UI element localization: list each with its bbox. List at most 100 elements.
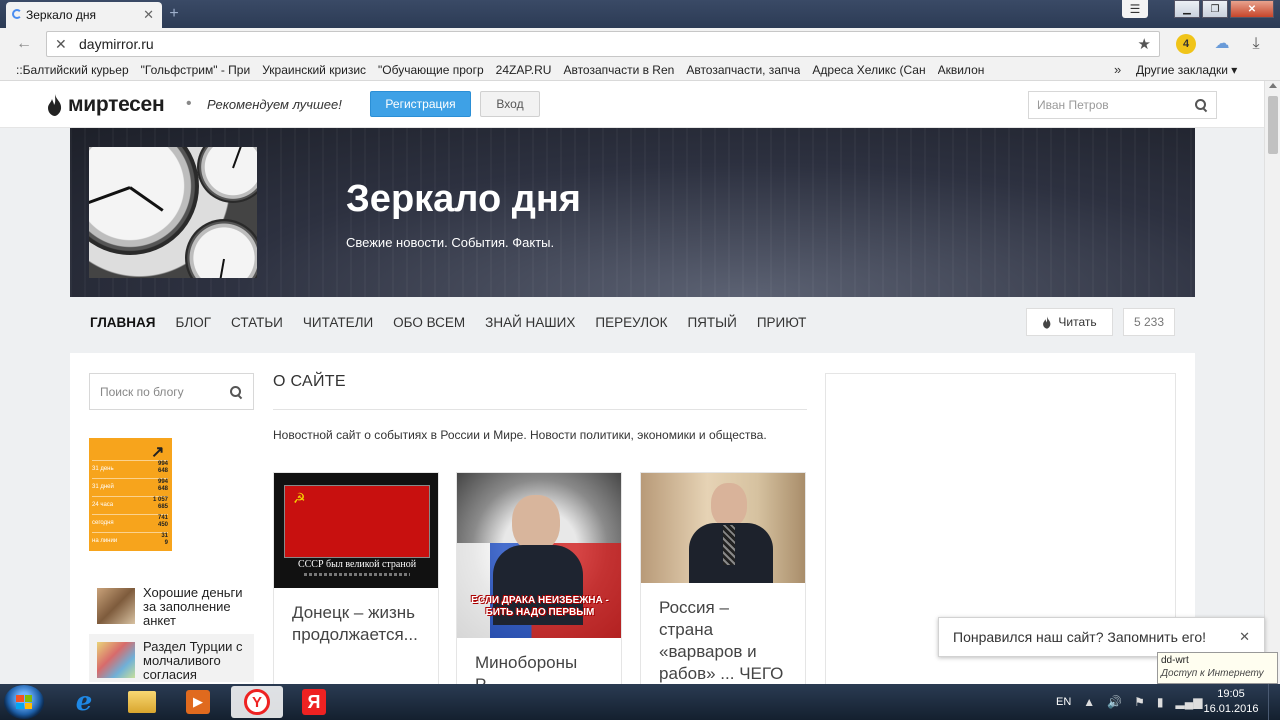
taskbar-explorer[interactable] [116,686,168,718]
cloud-extension-icon[interactable]: ☁ [1212,34,1232,54]
bookmark-item[interactable]: "Обучающие прогр [378,63,484,77]
bookmark-item[interactable]: "Гольфстрим" - При [141,63,251,77]
nav-item-blog[interactable]: БЛОГ [176,315,212,330]
other-bookmarks-button[interactable]: Другие закладки ▾ [1136,63,1237,77]
stats-values: 31 9 [161,533,168,546]
nav-item-fifth[interactable]: ПЯТЫЙ [687,315,736,330]
nav-item-about-all[interactable]: ОБО ВСЕМ [393,315,465,330]
section-divider [273,409,807,410]
stats-label: 31 день [92,465,114,472]
bookmark-item[interactable]: Автозапчасти в Ren [563,63,674,77]
person-tie [723,525,735,565]
clock-hand [129,186,164,212]
nav-item-shelter[interactable]: ПРИЮТ [757,315,807,330]
promo-item[interactable]: Хорошие деньги за заполнение анкет [89,580,254,628]
bookmark-item[interactable]: Аквилон [938,63,985,77]
download-icon[interactable]: ⤓ [1246,34,1266,54]
extension-badge-icon[interactable]: 4 [1176,34,1196,54]
bookmark-item[interactable]: 24ZAP.RU [496,63,552,77]
new-tab-button[interactable]: + [166,6,182,22]
nav-item-readers[interactable]: ЧИТАТЕЛИ [303,315,373,330]
site-search-input[interactable] [1037,98,1177,112]
bookmark-item[interactable]: Автозапчасти, запча [686,63,800,77]
article-title[interactable]: Минобороны Р... [457,638,621,684]
bookmark-item[interactable]: ::Балтийский курьер [16,63,129,77]
article-card[interactable]: ЕСЛИ ДРАКА НЕИЗБЕЖНА - БИТЬ НАДО ПЕРВЫМ … [456,472,622,684]
language-indicator[interactable]: EN [1056,696,1071,708]
blog-title[interactable]: Зеркало дня [346,178,581,221]
login-button[interactable]: Вход [480,91,540,117]
article-title[interactable]: Россия – страна «варваров и рабов» ... Ч… [641,583,805,684]
bookmark-item[interactable]: Адреса Хеликс (Сан [812,63,925,77]
address-bar[interactable]: ✕ daymirror.ru ★ [46,31,1160,57]
article-image[interactable] [641,473,805,583]
internet-explorer-icon: e [75,687,93,717]
stats-values: 994 648 [157,479,168,492]
battery-icon[interactable]: ▮ [1157,695,1164,709]
stats-label: на линии [92,537,118,544]
promo-title[interactable]: Раздел Турции с молчаливого согласия [143,640,246,682]
register-button[interactable]: Регистрация [370,91,471,117]
network-signal-icon[interactable]: ▂▄▆ [1176,695,1203,709]
nav-item-main[interactable]: ГЛАВНАЯ [90,315,156,330]
stats-label: 24 часа [92,501,114,508]
stop-loading-icon[interactable]: ✕ [55,36,73,53]
hammer-sickle-icon: ☭ [293,490,306,506]
minimize-button[interactable]: ▁ [1174,0,1200,18]
bookmark-reminder-popup: Понравился наш сайт? Запомнить его! ✕ [938,617,1265,657]
volume-icon[interactable]: 🔊 [1107,695,1122,709]
article-title[interactable]: Донецк – жизнь продолжается... [274,588,438,660]
article-image[interactable]: ☭ СССР был великой страной [274,473,438,588]
loading-spinner-icon [12,9,22,19]
network-tooltip: dd-wrt Доступ к Интернету [1157,652,1278,684]
article-card[interactable]: ☭ СССР был великой страной Донецк – жизн… [273,472,439,684]
nav-item-articles[interactable]: СТАТЬИ [231,315,283,330]
tab-close-icon[interactable]: ✕ [143,7,154,23]
windows-taskbar: e ▶ Y Я EN ▲ 🔊 ⚑ ▮ ▂▄▆ 19:05 16.01.2016 [0,684,1280,720]
taskbar-clock[interactable]: 19:05 16.01.2016 [1202,687,1260,717]
bookmarks-overflow-button[interactable]: » [1114,62,1121,77]
tooltip-subtitle: Доступ к Интернету [1161,668,1264,679]
bookmark-star-icon[interactable]: ★ [1138,35,1151,53]
browser-tab[interactable]: Зеркало дня ✕ [6,2,162,28]
search-icon[interactable] [1194,98,1208,112]
taskbar-internet-explorer[interactable]: e [58,686,110,718]
blog-nav: ГЛАВНАЯ БЛОГ СТАТЬИ ЧИТАТЕЛИ ОБО ВСЕМ ЗН… [70,297,1195,353]
clock-face [197,147,257,203]
taskbar-yandex[interactable]: Я [288,686,340,718]
popup-text[interactable]: Понравился наш сайт? Запомнить его! [953,629,1206,645]
follow-button[interactable]: Читать [1026,308,1113,336]
taskbar-media-player[interactable]: ▶ [172,686,224,718]
arrow-up-right-icon: ↗ [151,444,165,461]
nav-item-lane[interactable]: ПЕРЕУЛОК [595,315,667,330]
close-icon[interactable]: ✕ [1239,629,1250,645]
bookmark-item[interactable]: Украинский кризис [262,63,366,77]
action-center-flag-icon[interactable]: ⚑ [1134,695,1145,709]
window-menu-icon[interactable]: ☰ [1122,0,1148,18]
article-image[interactable]: ЕСЛИ ДРАКА НЕИЗБЕЖНА - БИТЬ НАДО ПЕРВЫМ [457,473,621,638]
search-icon[interactable] [229,385,243,399]
taskbar-yandex-browser[interactable]: Y [231,686,283,718]
stats-row: 31 день 994 648 [92,460,168,476]
promo-title[interactable]: Хорошие деньги за заполнение анкет [143,586,246,628]
browser-tabstrip: Зеркало дня ✕ + ☰ ▁ ❐ ✕ [0,0,1280,28]
address-url[interactable]: daymirror.ru [79,36,154,52]
nav-item-know-ours[interactable]: ЗНАЙ НАШИХ [485,315,575,330]
site-tagline: Рекомендуем лучшее! [207,97,342,112]
tooltip-title: dd-wrt [1161,655,1189,666]
flame-icon [48,94,62,116]
restore-button[interactable]: ❐ [1202,0,1228,18]
tray-expand-icon[interactable]: ▲ [1083,695,1095,709]
promo-item[interactable]: Раздел Турции с молчаливого согласия [89,634,254,682]
page-scrollbar[interactable] [1264,81,1280,684]
article-card[interactable]: Россия – страна «варваров и рабов» ... Ч… [640,472,806,684]
stats-counter-widget[interactable]: ↗ 31 день 994 648 31 дней 994 648 24 часа … [89,438,172,551]
scroll-up-icon[interactable] [1269,83,1277,88]
scrollbar-thumb[interactable] [1268,96,1278,154]
show-desktop-button[interactable] [1268,684,1280,720]
close-window-button[interactable]: ✕ [1230,0,1274,18]
back-arrow-icon[interactable]: ← [14,34,34,54]
site-logo[interactable]: миртесен [46,93,165,117]
start-button[interactable] [4,685,44,719]
blog-search-input[interactable] [100,384,218,399]
